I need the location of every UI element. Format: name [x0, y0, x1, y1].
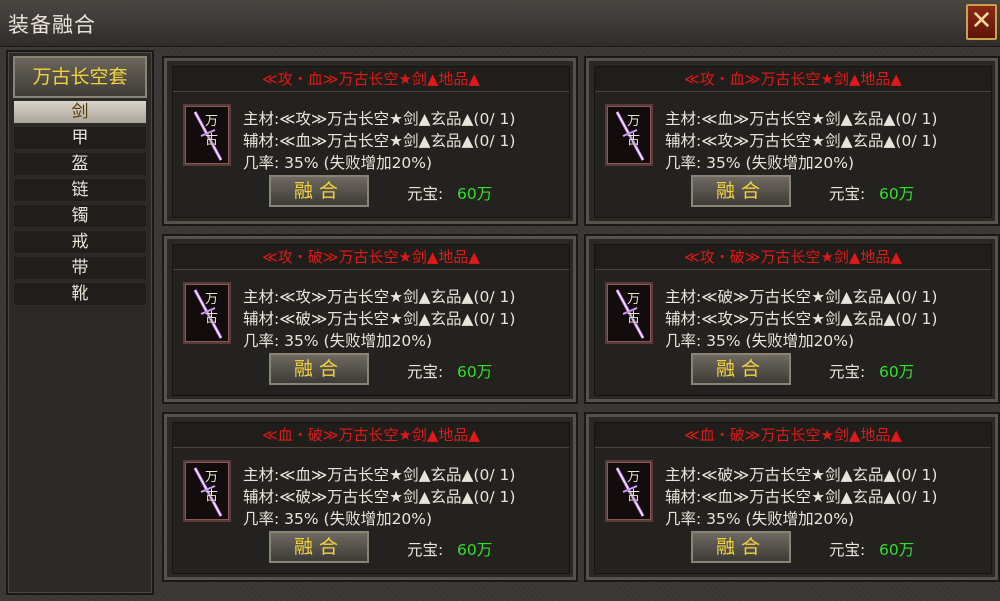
price-label: 元宝:	[829, 541, 866, 559]
recipe-title: ≪攻・血≫万古长空★剑▲地品▲	[173, 67, 569, 92]
main-material: 主材:≪攻≫万古长空★剑▲玄品▲(0/ 1)	[243, 288, 516, 306]
recipe-title: ≪血・破≫万古长空★剑▲地品▲	[173, 423, 569, 448]
fuse-button[interactable]: 融合	[269, 353, 369, 385]
sidebar: 万古长空套 剑 甲 盔 链 镯 戒 带 靴	[6, 50, 154, 595]
price-label: 元宝:	[407, 541, 444, 559]
item-label: 万古	[627, 292, 641, 326]
category-ring[interactable]: 戒	[13, 230, 147, 254]
price-value: 60万	[879, 363, 915, 381]
price-label: 元宝:	[829, 363, 866, 381]
recipe-card: ≪血・破≫万古长空★剑▲地品▲ 万古 主材:≪破≫万古长空★剑▲玄品▲(0/ 1…	[584, 412, 1000, 582]
item-slot[interactable]: 万古	[605, 104, 653, 166]
main-material: 主材:≪破≫万古长空★剑▲玄品▲(0/ 1)	[665, 288, 938, 306]
success-rate: 几率: 35% (失败增加20%)	[665, 332, 855, 350]
price-value: 60万	[457, 541, 493, 559]
price-value: 60万	[879, 185, 915, 203]
recipe-title: ≪攻・破≫万古长空★剑▲地品▲	[595, 245, 991, 270]
fuse-button[interactable]: 融合	[691, 353, 791, 385]
item-label: 万古	[205, 470, 219, 504]
item-label: 万古	[627, 470, 641, 504]
sub-material: 辅材:≪破≫万古长空★剑▲玄品▲(0/ 1)	[243, 310, 516, 328]
item-label: 万古	[205, 292, 219, 326]
category-necklace[interactable]: 链	[13, 178, 147, 202]
success-rate: 几率: 35% (失败增加20%)	[243, 154, 433, 172]
category-boots[interactable]: 靴	[13, 282, 147, 306]
window-title: 装备融合	[8, 13, 96, 37]
item-label: 万古	[627, 114, 641, 148]
recipe-card: ≪攻・破≫万古长空★剑▲地品▲ 万古 主材:≪攻≫万古长空★剑▲玄品▲(0/ 1…	[162, 234, 578, 404]
category-list: 剑 甲 盔 链 镯 戒 带 靴	[13, 100, 147, 308]
price-value: 60万	[879, 541, 915, 559]
recipe-card: ≪攻・血≫万古长空★剑▲地品▲ 万古 主材:≪攻≫万古长空★剑▲玄品▲(0/ 1…	[162, 56, 578, 226]
category-belt[interactable]: 带	[13, 256, 147, 280]
sub-material: 辅材:≪攻≫万古长空★剑▲玄品▲(0/ 1)	[665, 310, 938, 328]
category-sword[interactable]: 剑	[13, 100, 147, 124]
category-bracelet[interactable]: 镯	[13, 204, 147, 228]
success-rate: 几率: 35% (失败增加20%)	[665, 154, 855, 172]
main-material: 主材:≪破≫万古长空★剑▲玄品▲(0/ 1)	[665, 466, 938, 484]
sub-material: 辅材:≪血≫万古长空★剑▲玄品▲(0/ 1)	[665, 488, 938, 506]
item-slot[interactable]: 万古	[605, 460, 653, 522]
item-slot[interactable]: 万古	[183, 104, 231, 166]
price-value: 60万	[457, 363, 493, 381]
price-label: 元宝:	[829, 185, 866, 203]
price-value: 60万	[457, 185, 493, 203]
sub-material: 辅材:≪破≫万古长空★剑▲玄品▲(0/ 1)	[243, 488, 516, 506]
set-selector-button[interactable]: 万古长空套	[13, 56, 147, 98]
recipe-title: ≪攻・破≫万古长空★剑▲地品▲	[173, 245, 569, 270]
sub-material: 辅材:≪血≫万古长空★剑▲玄品▲(0/ 1)	[243, 132, 516, 150]
recipe-card: ≪攻・血≫万古长空★剑▲地品▲ 万古 主材:≪血≫万古长空★剑▲玄品▲(0/ 1…	[584, 56, 1000, 226]
category-helmet[interactable]: 盔	[13, 152, 147, 176]
category-armor[interactable]: 甲	[13, 126, 147, 150]
success-rate: 几率: 35% (失败增加20%)	[243, 332, 433, 350]
success-rate: 几率: 35% (失败增加20%)	[665, 510, 855, 528]
item-label: 万古	[205, 114, 219, 148]
main-material: 主材:≪血≫万古长空★剑▲玄品▲(0/ 1)	[665, 110, 938, 128]
recipe-grid: ≪攻・血≫万古长空★剑▲地品▲ 万古 主材:≪攻≫万古长空★剑▲玄品▲(0/ 1…	[158, 50, 1000, 595]
recipe-title: ≪血・破≫万古长空★剑▲地品▲	[595, 423, 991, 448]
item-slot[interactable]: 万古	[183, 460, 231, 522]
main-material: 主材:≪攻≫万古长空★剑▲玄品▲(0/ 1)	[243, 110, 516, 128]
fuse-button[interactable]: 融合	[691, 531, 791, 563]
fuse-button[interactable]: 融合	[691, 175, 791, 207]
fuse-button[interactable]: 融合	[269, 531, 369, 563]
title-bar: 装备融合 ✕	[0, 0, 1000, 47]
fuse-button[interactable]: 融合	[269, 175, 369, 207]
recipe-card: ≪攻・破≫万古长空★剑▲地品▲ 万古 主材:≪破≫万古长空★剑▲玄品▲(0/ 1…	[584, 234, 1000, 404]
price-label: 元宝:	[407, 363, 444, 381]
recipe-title: ≪攻・血≫万古长空★剑▲地品▲	[595, 67, 991, 92]
fusion-window: 装备融合 ✕ 万古长空套 剑 甲 盔 链 镯 戒 带 靴 ≪攻・血≫万古长空★剑…	[0, 0, 1000, 601]
close-icon: ✕	[970, 6, 993, 36]
success-rate: 几率: 35% (失败增加20%)	[243, 510, 433, 528]
sub-material: 辅材:≪攻≫万古长空★剑▲玄品▲(0/ 1)	[665, 132, 938, 150]
item-slot[interactable]: 万古	[605, 282, 653, 344]
price-label: 元宝:	[407, 185, 444, 203]
item-slot[interactable]: 万古	[183, 282, 231, 344]
main-material: 主材:≪血≫万古长空★剑▲玄品▲(0/ 1)	[243, 466, 516, 484]
close-button[interactable]: ✕	[966, 4, 997, 40]
recipe-card: ≪血・破≫万古长空★剑▲地品▲ 万古 主材:≪血≫万古长空★剑▲玄品▲(0/ 1…	[162, 412, 578, 582]
